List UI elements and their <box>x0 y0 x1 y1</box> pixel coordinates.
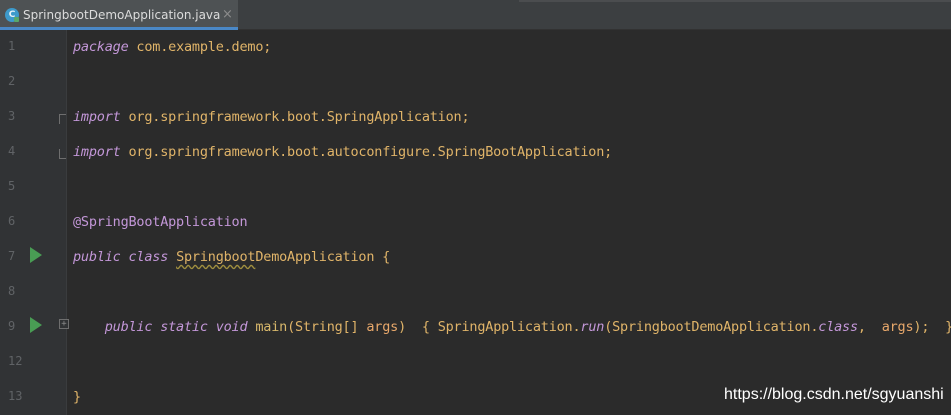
code-token: @SpringBootApplication <box>73 214 248 230</box>
watermark-url: https://blog.csdn.net/sgyuanshi <box>724 386 944 403</box>
code-token: } <box>73 389 81 405</box>
code-token: package <box>73 39 129 55</box>
line-number: 4 <box>8 144 16 158</box>
code-text: public static void main(String[] args) {… <box>73 319 951 335</box>
code-token: (String[] <box>287 319 367 335</box>
code-text: package com.example.demo; <box>73 39 271 55</box>
tab-label: SpringbootDemoApplication.java <box>23 8 221 22</box>
code-token: run <box>580 319 605 335</box>
code-line[interactable]: 1 package com.example.demo; <box>0 30 951 65</box>
line-number: 6 <box>8 214 16 228</box>
tab-bar-divider <box>519 0 951 2</box>
expand-fold-icon[interactable]: + <box>59 319 69 329</box>
code-token: public static void <box>73 319 256 335</box>
run-gutter-icon[interactable] <box>30 247 42 263</box>
code-token: import <box>73 144 121 160</box>
line-number: 12 <box>8 354 23 368</box>
line-number: 8 <box>8 284 16 298</box>
code-line[interactable]: 2 <box>0 65 951 100</box>
code-token: ) { SpringApplication. <box>398 319 581 335</box>
code-line[interactable]: 5 <box>0 170 951 205</box>
line-number: 7 <box>8 249 16 263</box>
code-line[interactable]: 9 + public static void main(String[] args… <box>0 310 951 345</box>
code-text: @SpringBootApplication <box>73 214 248 230</box>
code-text: import org.springframework.boot.autoconf… <box>73 144 612 160</box>
code-token: com.example.demo; <box>128 39 272 55</box>
code-token: org.springframework.boot.SpringApplicati… <box>120 109 470 125</box>
code-token: import <box>73 109 121 125</box>
line-number: 2 <box>8 74 16 88</box>
code-token: main <box>255 319 288 335</box>
code-token: ); } <box>913 319 951 335</box>
import-fold-start-icon[interactable] <box>59 114 66 124</box>
runnable-badge-icon <box>14 17 19 22</box>
code-token: args <box>366 319 399 335</box>
code-editor[interactable]: 1 package com.example.demo; 2 3 import org.s… <box>0 30 951 415</box>
code-line[interactable]: 3 import org.springframework.boot.SpringA… <box>0 100 951 135</box>
code-token: , <box>857 319 882 335</box>
code-text: import org.springframework.boot.SpringAp… <box>73 109 470 125</box>
code-token: org.springframework.boot.autoconfigure.S… <box>120 144 613 160</box>
line-number: 1 <box>8 39 16 53</box>
code-text: public class SpringbootDemoApplication { <box>73 249 390 265</box>
code-line[interactable]: 8 <box>0 275 951 310</box>
code-text: } <box>73 389 81 405</box>
line-number: 9 <box>8 319 16 333</box>
import-fold-end-icon[interactable] <box>59 149 66 159</box>
code-token: public class <box>73 249 177 265</box>
editor-tab-bar: C SpringbootDemoApplication.java × <box>0 0 951 30</box>
code-token: args <box>881 319 914 335</box>
code-line[interactable]: 7 public class SpringbootDemoApplication … <box>0 240 951 275</box>
code-token: (SpringbootDemoApplication. <box>604 319 819 335</box>
line-number: 5 <box>8 179 16 193</box>
code-line[interactable]: 4 import org.springframework.boot.autocon… <box>0 135 951 170</box>
run-gutter-icon[interactable] <box>30 317 42 333</box>
code-token: class <box>818 319 858 335</box>
code-line[interactable]: 6 @SpringBootApplication <box>0 205 951 240</box>
code-token: Springboot <box>176 249 256 265</box>
line-number: 13 <box>8 389 23 403</box>
tab-springboot-demo-application[interactable]: C SpringbootDemoApplication.java × <box>0 0 238 30</box>
line-number: 3 <box>8 109 16 123</box>
code-line[interactable]: 12 <box>0 345 951 380</box>
close-tab-icon[interactable]: × <box>222 7 233 22</box>
code-token: DemoApplication { <box>255 249 391 265</box>
